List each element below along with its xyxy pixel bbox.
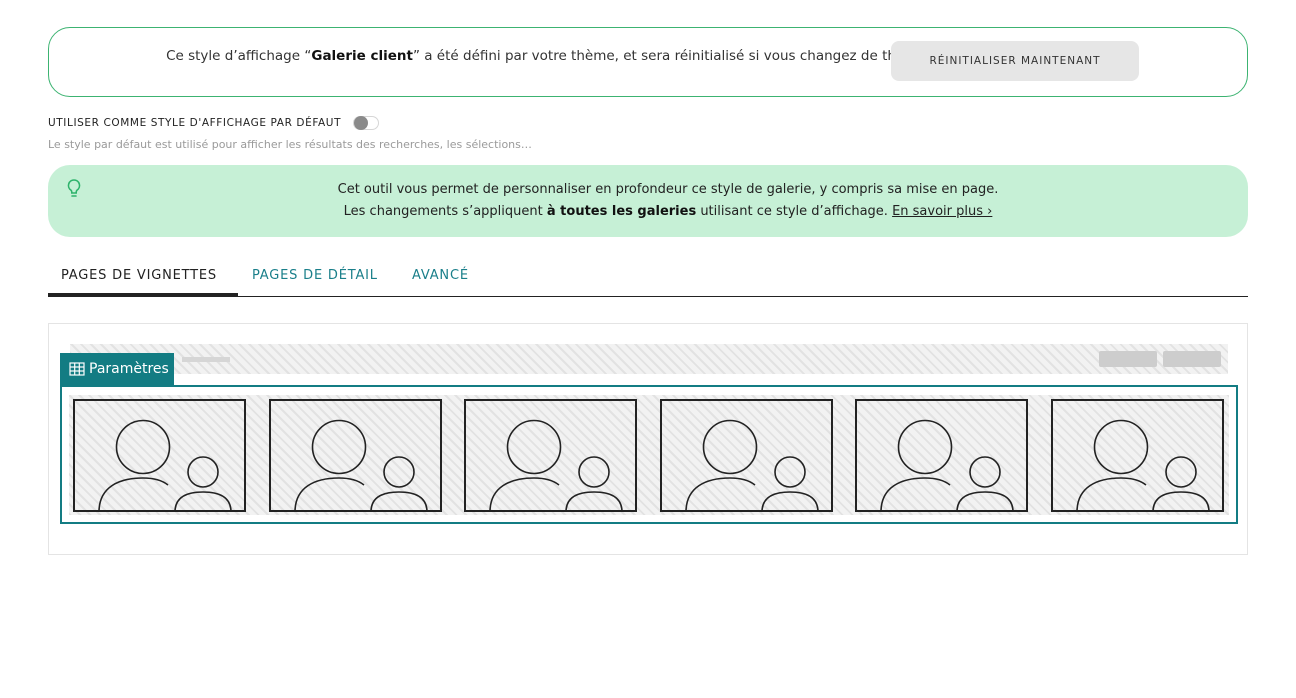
info-box: Cet outil vous permet de personnaliser e…	[48, 165, 1248, 237]
people-placeholder-icon	[880, 419, 1014, 510]
grid-icon	[69, 362, 85, 376]
thumbnail-placeholder	[464, 399, 637, 512]
info-line2-bold: à toutes les galeries	[546, 204, 697, 219]
info-line-1: Cet outil vous permet de personnaliser e…	[337, 182, 999, 197]
learn-more-link[interactable]: En savoir plus ›	[892, 204, 992, 219]
tab-detail-pages[interactable]: PAGES DE DÉTAIL	[252, 258, 378, 296]
default-style-row: UTILISER COMME STYLE D'AFFICHAGE PAR DÉF…	[48, 116, 380, 130]
people-placeholder-icon	[685, 419, 819, 510]
default-style-toggle[interactable]	[353, 116, 380, 130]
toggle-knob	[354, 116, 369, 130]
people-placeholder-icon	[1076, 419, 1210, 510]
people-placeholder-icon	[98, 419, 232, 510]
info-line2-suffix: utilisant ce style d’affichage.	[696, 204, 893, 219]
tab-bar: PAGES DE VIGNETTES PAGES DE DÉTAIL AVANC…	[48, 258, 1248, 297]
layout-preview: Paramètres	[48, 323, 1248, 555]
people-placeholder-icon	[294, 419, 428, 510]
header-placeholder-button[interactable]	[1163, 351, 1221, 367]
parameters-tab[interactable]: Paramètres	[60, 353, 174, 385]
thumbnail-grid	[69, 395, 1229, 515]
preview-header-strip	[70, 344, 1228, 374]
tab-thumbnail-pages[interactable]: PAGES DE VIGNETTES	[48, 258, 238, 297]
theme-notice-text: Ce style d’affichage “Galerie client” a …	[49, 48, 930, 64]
tab-advanced[interactable]: AVANCÉ	[412, 258, 469, 296]
thumbnail-grid-frame[interactable]	[60, 385, 1238, 524]
info-line-2: Les changements s’appliquent à toutes le…	[48, 204, 1288, 219]
style-name: Galerie client	[311, 48, 413, 64]
thumbnail-placeholder	[855, 399, 1028, 512]
header-placeholder-bar	[182, 357, 230, 362]
reset-now-button[interactable]: RÉINITIALISER MAINTENANT	[891, 41, 1139, 81]
info-line2-prefix: Les changements s’appliquent	[343, 204, 547, 219]
parameters-label: Paramètres	[89, 361, 169, 377]
thumbnail-placeholder	[1051, 399, 1224, 512]
default-style-label: UTILISER COMME STYLE D'AFFICHAGE PAR DÉF…	[48, 117, 342, 129]
default-style-help: Le style par défaut est utilisé pour aff…	[48, 138, 532, 151]
notice-prefix: Ce style d’affichage “	[166, 48, 312, 64]
notice-suffix: ” a été défini par votre thème, et sera …	[412, 48, 930, 64]
people-placeholder-icon	[489, 419, 623, 510]
theme-notice: Ce style d’affichage “Galerie client” a …	[48, 27, 1248, 97]
thumbnail-placeholder	[269, 399, 442, 512]
thumbnail-placeholder	[73, 399, 246, 512]
thumbnail-placeholder	[660, 399, 833, 512]
header-placeholder-button[interactable]	[1099, 351, 1157, 367]
